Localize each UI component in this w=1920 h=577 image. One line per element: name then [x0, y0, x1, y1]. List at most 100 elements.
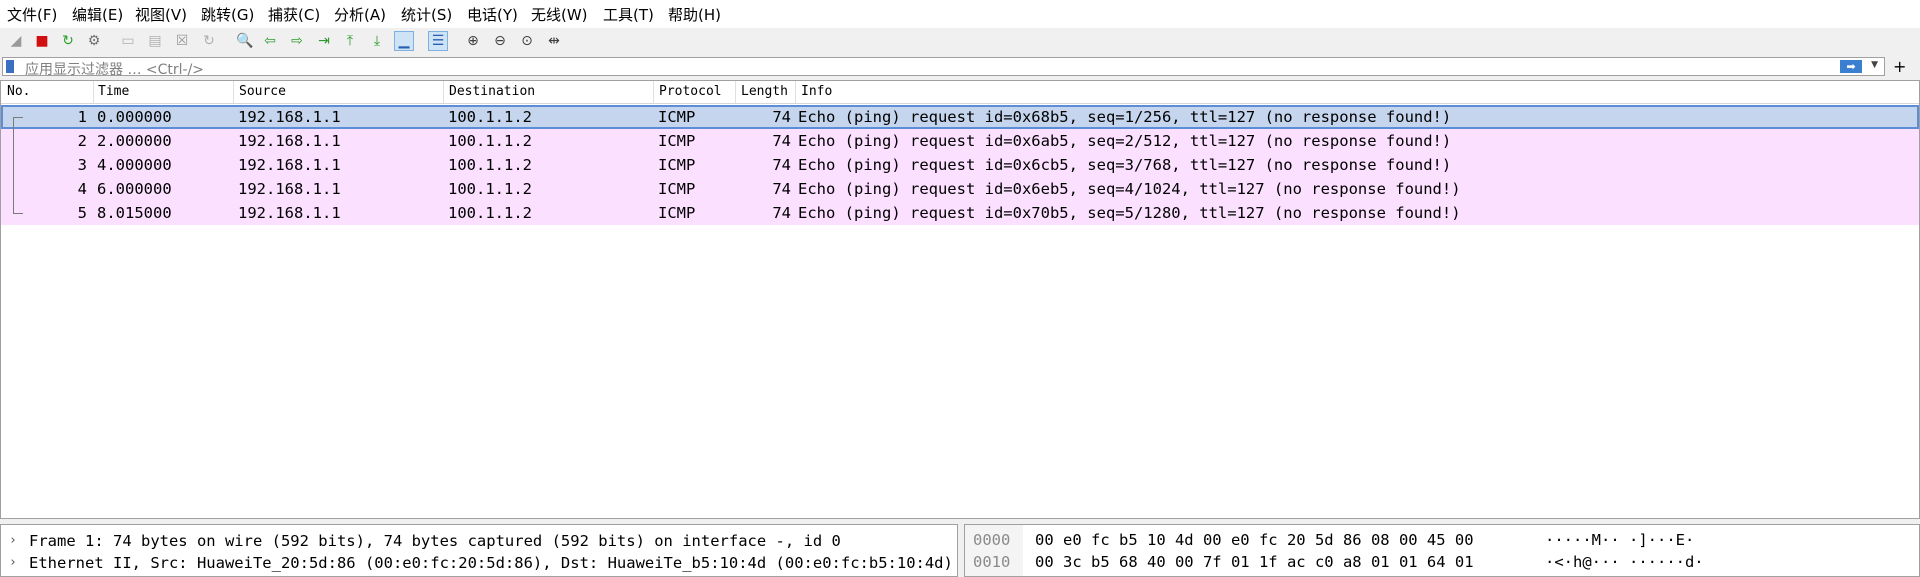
menu-item-10[interactable]: 帮助(H) [668, 4, 721, 25]
hex-offset: 0000 [973, 531, 1011, 549]
hex-hex: 00 3c b5 68 40 00 7f 01 1f ac c0 a8 01 0… [1035, 553, 1474, 571]
packet-cell-len: 74 [772, 180, 791, 198]
packet-cell-info: Echo (ping) request id=0x6ab5, seq=2/512… [798, 132, 1452, 150]
column-resize-handle[interactable] [795, 81, 796, 103]
column-header-destination[interactable]: Destination [449, 84, 535, 99]
capture-options-gear-icon[interactable]: ⚙ [84, 31, 104, 51]
hex-hex: 00 e0 fc b5 10 4d 00 e0 fc 20 5d 86 08 0… [1035, 531, 1474, 549]
detail-text: Ethernet II, Src: HuaweiTe_20:5d:86 (00:… [29, 554, 953, 572]
open-file-icon[interactable]: ▭ [118, 31, 138, 51]
packet-cell-src: 192.168.1.1 [238, 204, 341, 222]
display-filter-input[interactable]: 应用显示过滤器 … <Ctrl-/> ➡ ▼ [2, 57, 1885, 78]
packet-cell-no: 5 [77, 204, 87, 222]
resize-columns-icon[interactable]: ⇹ [544, 31, 564, 51]
packet-cell-no: 2 [77, 132, 87, 150]
packet-cell-dst: 100.1.1.2 [448, 156, 532, 174]
apply-filter-arrow-icon[interactable]: ➡ [1840, 60, 1862, 73]
packet-cell-src: 192.168.1.1 [238, 180, 341, 198]
expand-chevron-icon[interactable]: › [9, 555, 17, 570]
display-filter-bar: 应用显示过滤器 … <Ctrl-/> ➡ ▼ + [0, 56, 1920, 78]
packet-cell-info: Echo (ping) request id=0x68b5, seq=1/256… [798, 108, 1452, 126]
filter-history-dropdown-icon[interactable]: ▼ [1871, 60, 1878, 70]
colorize-icon[interactable]: ☰ [428, 31, 448, 51]
packet-row[interactable]: 1 0.000000 192.168.1.1 100.1.1.2 ICMP 74 Echo … [1, 105, 1919, 129]
zoom-normal-icon[interactable]: ⊙ [517, 31, 537, 51]
column-header-source[interactable]: Source [239, 84, 286, 99]
expand-chevron-icon[interactable]: › [9, 533, 17, 548]
packet-cell-info: Echo (ping) request id=0x6eb5, seq=4/102… [798, 180, 1461, 198]
shark-fin-start-icon[interactable]: ◢ [6, 31, 26, 51]
column-resize-handle[interactable] [233, 81, 234, 103]
menu-item-6[interactable]: 统计(S) [401, 4, 452, 25]
add-filter-button[interactable]: + [1893, 57, 1906, 76]
menu-item-8[interactable]: 无线(W) [531, 4, 588, 25]
menu-item-4[interactable]: 捕获(C) [268, 4, 320, 25]
filter-placeholder: 应用显示过滤器 … <Ctrl-/> [25, 62, 205, 78]
packet-cell-proto: ICMP [658, 180, 696, 198]
packet-cell-no: 3 [77, 156, 87, 174]
column-resize-handle[interactable] [443, 81, 444, 103]
go-last-packet-icon[interactable]: ⤓ [367, 31, 387, 51]
save-file-icon[interactable]: ▤ [145, 31, 165, 51]
filter-bookmark-icon[interactable] [6, 60, 14, 73]
go-forward-icon[interactable]: ⇨ [287, 31, 307, 51]
packet-cell-len: 74 [772, 108, 791, 126]
restart-capture-icon[interactable]: ↻ [58, 31, 78, 51]
packet-cell-dst: 100.1.1.2 [448, 180, 532, 198]
packet-details-pane: › Frame 1: 74 bytes on wire (592 bits), 7… [0, 524, 958, 577]
packet-cell-dst: 100.1.1.2 [448, 108, 532, 126]
column-resize-handle[interactable] [653, 81, 654, 103]
packet-cell-time: 2.000000 [97, 132, 172, 150]
packet-row[interactable]: 4 6.000000 192.168.1.1 100.1.1.2 ICMP 74 Echo … [1, 177, 1919, 201]
packet-row[interactable]: 5 8.015000 192.168.1.1 100.1.1.2 ICMP 74 Echo … [1, 201, 1919, 225]
column-header-info[interactable]: Info [801, 84, 832, 99]
packet-cell-len: 74 [772, 132, 791, 150]
zoom-out-icon[interactable]: ⊖ [490, 31, 510, 51]
packet-cell-proto: ICMP [658, 132, 696, 150]
go-to-packet-icon[interactable]: ⇥ [314, 31, 334, 51]
packet-list: No. Time Source Destination Protocol Length In… [0, 80, 1920, 519]
menu-item-1[interactable]: 编辑(E) [72, 4, 123, 25]
go-first-packet-icon[interactable]: ⤒ [340, 31, 360, 51]
menu-item-3[interactable]: 跳转(G) [201, 4, 254, 25]
hex-ascii: ·<·h@··· ······d· [1545, 553, 1704, 571]
stop-capture-icon[interactable]: ■ [32, 31, 52, 51]
packet-cell-info: Echo (ping) request id=0x70b5, seq=5/128… [798, 204, 1461, 222]
autoscroll-icon[interactable]: ▁ [394, 31, 414, 51]
find-packet-icon[interactable]: 🔍 [235, 31, 255, 51]
conversation-bracket-tick [13, 213, 23, 214]
packet-cell-no: 1 [77, 108, 87, 126]
conversation-bracket [13, 117, 14, 213]
menu-item-5[interactable]: 分析(A) [334, 4, 386, 25]
menu-item-0[interactable]: 文件(F) [7, 4, 57, 25]
zoom-in-icon[interactable]: ⊕ [463, 31, 483, 51]
packet-cell-src: 192.168.1.1 [238, 108, 341, 126]
packet-cell-len: 74 [772, 204, 791, 222]
packet-cell-proto: ICMP [658, 108, 696, 126]
packet-cell-proto: ICMP [658, 204, 696, 222]
menu-item-9[interactable]: 工具(T) [603, 4, 654, 25]
packet-row[interactable]: 3 4.000000 192.168.1.1 100.1.1.2 ICMP 74 Echo … [1, 153, 1919, 177]
packet-cell-dst: 100.1.1.2 [448, 204, 532, 222]
column-resize-handle[interactable] [735, 81, 736, 103]
packet-row[interactable]: 2 2.000000 192.168.1.1 100.1.1.2 ICMP 74 Echo … [1, 129, 1919, 153]
menu-item-7[interactable]: 电话(Y) [467, 4, 518, 25]
column-header-time[interactable]: Time [98, 84, 129, 99]
main-toolbar: ◢ ■ ↻ ⚙ ▭ ▤ ☒ ↻ 🔍 ⇦ ⇨ ⇥ ⤒ ⤓ ▁ ☰ ⊕ ⊖ ⊙ ⇹ [0, 28, 1920, 55]
column-resize-handle[interactable] [93, 81, 94, 103]
go-back-icon[interactable]: ⇦ [260, 31, 280, 51]
packet-cell-src: 192.168.1.1 [238, 156, 341, 174]
column-header-no[interactable]: No. [7, 84, 30, 99]
close-file-icon[interactable]: ☒ [172, 31, 192, 51]
menu-item-2[interactable]: 视图(V) [135, 4, 187, 25]
reload-file-icon[interactable]: ↻ [199, 31, 219, 51]
column-header-length[interactable]: Length [741, 84, 788, 99]
packet-cell-time: 4.000000 [97, 156, 172, 174]
packet-cell-dst: 100.1.1.2 [448, 132, 532, 150]
packet-cell-time: 6.000000 [97, 180, 172, 198]
hex-offset: 0010 [973, 553, 1011, 571]
packet-cell-no: 4 [77, 180, 87, 198]
detail-text: Frame 1: 74 bytes on wire (592 bits), 74… [29, 532, 841, 550]
packet-cell-time: 0.000000 [97, 108, 172, 126]
column-header-protocol[interactable]: Protocol [659, 84, 722, 99]
